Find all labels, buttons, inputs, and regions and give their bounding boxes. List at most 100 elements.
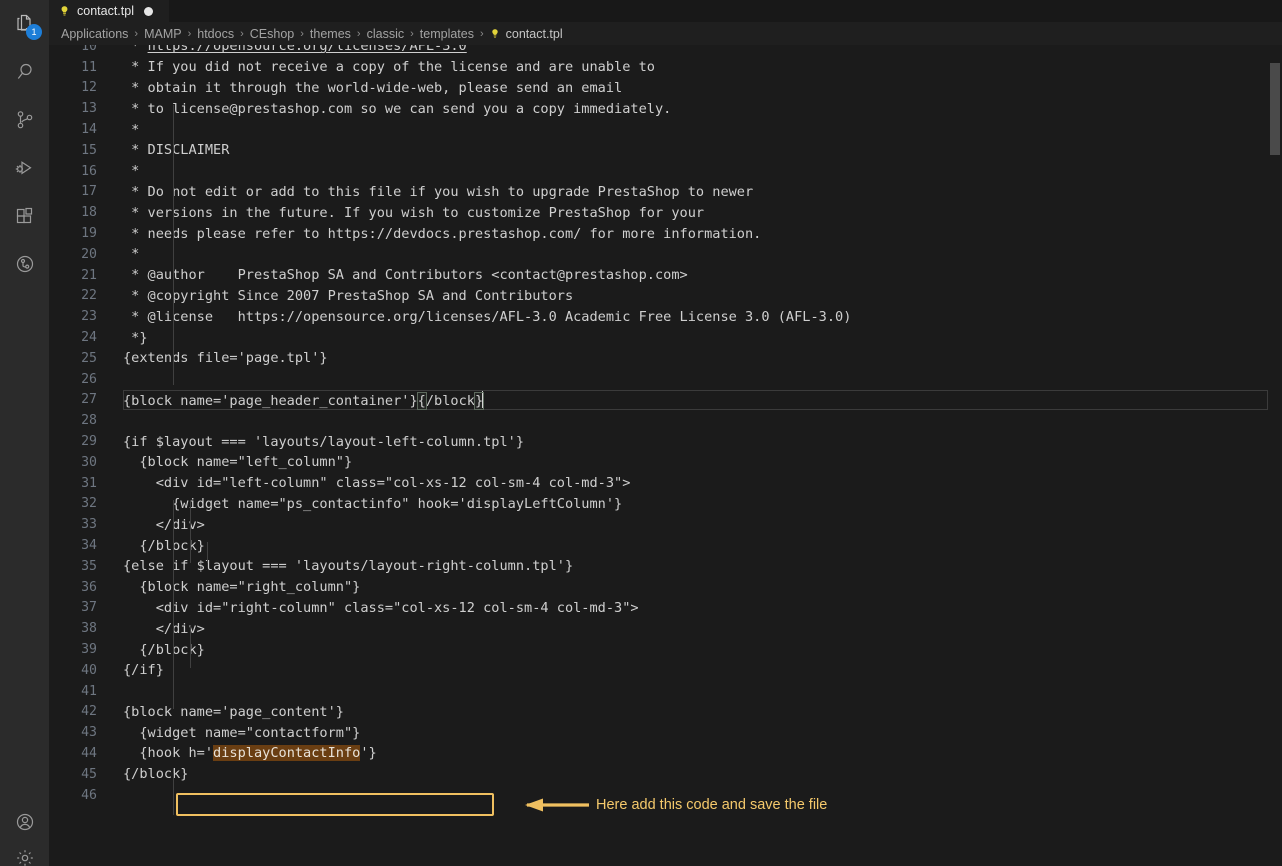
vscode-window: 1 — [0, 0, 1282, 866]
line-content: {/block} — [113, 538, 1282, 554]
line-number: 37 — [49, 600, 113, 615]
scrollbar-thumb[interactable] — [1270, 63, 1280, 155]
breadcrumb-item-ceshop[interactable]: CEshop — [249, 27, 295, 41]
breadcrumb-separator: › — [295, 28, 309, 40]
tab-dirty-indicator[interactable] — [144, 7, 153, 16]
code-line[interactable]: 33 </div> — [49, 514, 1282, 535]
line-content: <div id="right-column" class="col-xs-12 … — [113, 600, 1282, 616]
code-link[interactable]: https://opensource.org/licenses/AFL-3.0 — [148, 45, 467, 54]
line-number: 16 — [49, 164, 113, 179]
code-line[interactable]: 28 — [49, 410, 1282, 431]
code-line[interactable]: 19 * needs please refer to https://devdo… — [49, 223, 1282, 244]
line-number: 15 — [49, 143, 113, 158]
activitybar-item-accounts[interactable] — [0, 798, 49, 846]
line-number: 14 — [49, 122, 113, 137]
code-line[interactable]: 34 {/block} — [49, 535, 1282, 556]
code-line[interactable]: 40{/if} — [49, 660, 1282, 681]
code-line[interactable]: 10 * https://opensource.org/licenses/AFL… — [49, 45, 1282, 57]
code-line[interactable]: 17 * Do not edit or add to this file if … — [49, 182, 1282, 203]
code-line[interactable]: 31 <div id="left-column" class="col-xs-1… — [49, 473, 1282, 494]
breadcrumb-item-file[interactable]: contact.tpl — [489, 27, 563, 41]
code-line[interactable]: 30 {block name="left_column"} — [49, 452, 1282, 473]
tab-bar: contact.tpl — [49, 0, 1282, 22]
code-line[interactable]: 26 — [49, 369, 1282, 390]
line-number: 20 — [49, 247, 113, 262]
code-line[interactable]: 38 </div> — [49, 618, 1282, 639]
activitybar-item-search[interactable] — [0, 48, 49, 96]
activitybar-item-extensions[interactable] — [0, 192, 49, 240]
line-number: 22 — [49, 288, 113, 303]
breadcrumb-item-mamp[interactable]: MAMP — [143, 27, 183, 41]
code-line[interactable]: 45{/block} — [49, 764, 1282, 785]
line-number: 28 — [49, 413, 113, 428]
line-content: {if $layout === 'layouts/layout-left-col… — [113, 434, 1282, 450]
code-line[interactable]: 16 * — [49, 161, 1282, 182]
line-number: 34 — [49, 538, 113, 553]
code-line[interactable]: 35{else if $layout === 'layouts/layout-r… — [49, 556, 1282, 577]
breadcrumb-item-themes[interactable]: themes — [309, 27, 352, 41]
line-content: {widget name="ps_contactinfo" hook='disp… — [113, 496, 1282, 512]
code-line[interactable]: 41 — [49, 681, 1282, 702]
line-content: {block name='page_content'} — [113, 704, 1282, 720]
breadcrumb-item-applications[interactable]: Applications — [60, 27, 129, 41]
text-cursor — [482, 391, 483, 408]
code-line[interactable]: 15 * DISCLAIMER — [49, 140, 1282, 161]
line-content: * versions in the future. If you wish to… — [113, 205, 1282, 221]
code-line[interactable]: 18 * versions in the future. If you wish… — [49, 202, 1282, 223]
code-line[interactable]: 13 * to license@prestashop.com so we can… — [49, 98, 1282, 119]
code-line[interactable]: 29{if $layout === 'layouts/layout-left-c… — [49, 431, 1282, 452]
breadcrumb-item-htdocs[interactable]: htdocs — [196, 27, 235, 41]
breadcrumb-separator: › — [405, 28, 419, 40]
code-editor[interactable]: 10 * https://opensource.org/licenses/AFL… — [49, 45, 1282, 866]
line-content: {extends file='page.tpl'} — [113, 350, 1282, 366]
line-content: * — [113, 246, 1282, 262]
line-content: </div> — [113, 621, 1282, 637]
code-line[interactable]: 11 * If you did not receive a copy of th… — [49, 57, 1282, 78]
line-number: 39 — [49, 642, 113, 657]
breadcrumb-item-templates[interactable]: templates — [419, 27, 475, 41]
activitybar-item-explorer[interactable]: 1 — [0, 0, 49, 48]
breadcrumb-separator: › — [129, 28, 143, 40]
line-number: 44 — [49, 746, 113, 761]
line-number: 19 — [49, 226, 113, 241]
code-line[interactable]: 43 {widget name="contactform"} — [49, 722, 1282, 743]
code-line[interactable]: 46 — [49, 785, 1282, 806]
breadcrumb-item-classic[interactable]: classic — [366, 27, 406, 41]
line-content: * @author PrestaShop SA and Contributors… — [113, 267, 1282, 283]
code-line[interactable]: 25{extends file='page.tpl'} — [49, 348, 1282, 369]
code-line[interactable]: 27{block name='page_header_container'}{/… — [49, 390, 1282, 411]
line-number: 18 — [49, 205, 113, 220]
line-content: * https://opensource.org/licenses/AFL-3.… — [113, 45, 1282, 54]
line-content: * needs please refer to https://devdocs.… — [113, 226, 1282, 242]
code-line[interactable]: 23 * @license https://opensource.org/lic… — [49, 306, 1282, 327]
line-content: {else if $layout === 'layouts/layout-rig… — [113, 558, 1282, 574]
line-number: 23 — [49, 309, 113, 324]
template-file-icon — [58, 5, 71, 18]
code-line[interactable]: 39 {/block} — [49, 639, 1282, 660]
activitybar-item-settings[interactable] — [0, 846, 49, 866]
activitybar-item-run-and-debug[interactable] — [0, 144, 49, 192]
line-content: {hook h='displayContactInfo'} — [113, 745, 1282, 761]
line-number: 43 — [49, 725, 113, 740]
line-number: 35 — [49, 559, 113, 574]
line-content: *} — [113, 330, 1282, 346]
code-line[interactable]: 20 * — [49, 244, 1282, 265]
code-line[interactable]: 22 * @copyright Since 2007 PrestaShop SA… — [49, 286, 1282, 307]
code-line[interactable]: 24 *} — [49, 327, 1282, 348]
code-line[interactable]: 12 * obtain it through the world-wide-we… — [49, 78, 1282, 99]
code-line[interactable]: 32 {widget name="ps_contactinfo" hook='d… — [49, 494, 1282, 515]
search-match-highlight: displayContactInfo — [213, 745, 360, 761]
editor-vertical-scrollbar[interactable] — [1268, 45, 1282, 866]
activity-bar: 1 — [0, 0, 49, 866]
code-line[interactable]: 42{block name='page_content'} — [49, 702, 1282, 723]
bracket-match: { — [418, 393, 426, 409]
activitybar-item-source-control[interactable] — [0, 96, 49, 144]
code-line[interactable]: 36 {block name="right_column"} — [49, 577, 1282, 598]
activitybar-item-gitlens[interactable] — [0, 240, 49, 288]
code-line[interactable]: 21 * @author PrestaShop SA and Contribut… — [49, 265, 1282, 286]
code-line[interactable]: 44 {hook h='displayContactInfo'} — [49, 743, 1282, 764]
code-line[interactable]: 37 <div id="right-column" class="col-xs-… — [49, 598, 1282, 619]
code-line[interactable]: 14 * — [49, 119, 1282, 140]
line-number: 32 — [49, 496, 113, 511]
tab-contact-tpl[interactable]: contact.tpl — [49, 0, 169, 22]
